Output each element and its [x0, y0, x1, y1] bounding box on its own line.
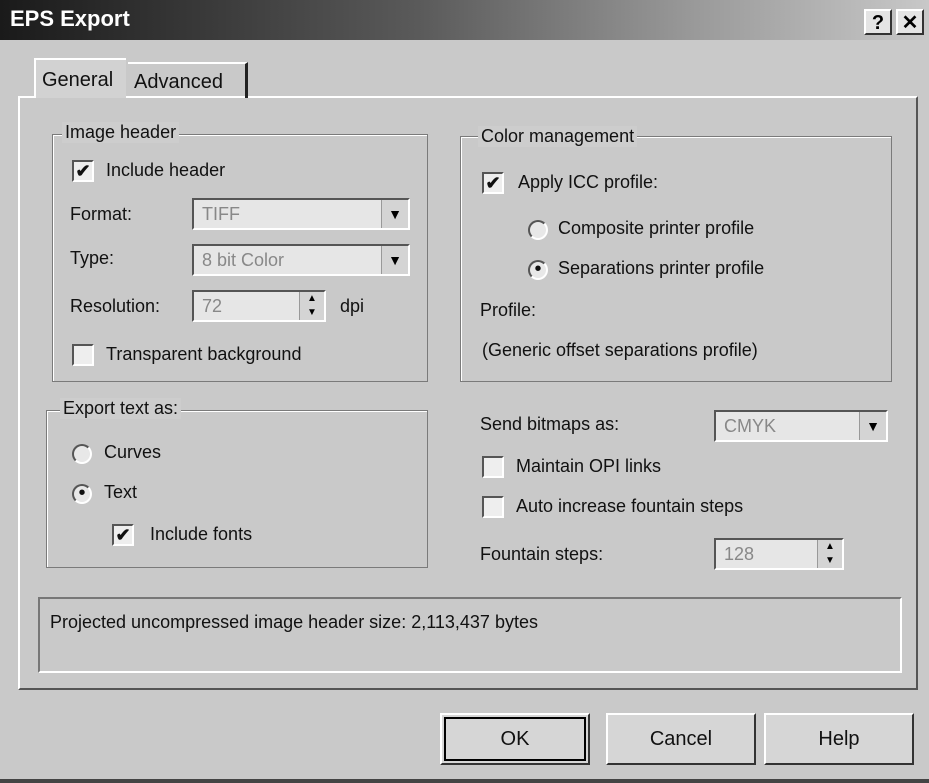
status-text: Projected uncompressed image header size…	[50, 612, 538, 632]
composite-radio[interactable]	[528, 220, 548, 240]
format-value: TIFF	[202, 204, 240, 224]
spin-arrows-icon[interactable]: ▲ ▼	[299, 292, 324, 320]
chevron-down-icon[interactable]: ▼	[381, 246, 408, 274]
help-button[interactable]: Help	[764, 713, 914, 765]
separations-radio[interactable]: •	[528, 259, 548, 280]
resolution-spinner[interactable]: 72 ▲ ▼	[192, 290, 326, 322]
transparent-bg-checkbox[interactable]	[72, 344, 94, 366]
resolution-unit: dpi	[340, 296, 365, 316]
type-value: 8 bit Color	[202, 250, 285, 270]
title-bar	[0, 0, 929, 40]
include-header-checkbox[interactable]: ✔	[72, 160, 94, 182]
composite-label: Composite printer profile	[558, 218, 755, 238]
tab-general[interactable]: General	[34, 58, 126, 98]
auto-increase-label: Auto increase fountain steps	[516, 496, 744, 516]
cancel-button[interactable]: Cancel	[606, 713, 756, 765]
include-header-label: Include header	[106, 160, 226, 180]
chevron-down-icon[interactable]: ▼	[859, 412, 886, 440]
type-label: Type:	[70, 248, 115, 268]
include-fonts-checkbox[interactable]: ✔	[112, 524, 134, 546]
status-box	[38, 597, 902, 673]
close-button[interactable]: ✕	[896, 9, 924, 35]
maintain-opi-checkbox[interactable]	[482, 456, 504, 478]
format-combo[interactable]: TIFF ▼	[192, 198, 410, 230]
profile-value: (Generic offset separations profile)	[482, 340, 758, 360]
profile-label: Profile:	[480, 300, 537, 320]
transparent-bg-label: Transparent background	[106, 344, 302, 364]
fountain-steps-label: Fountain steps:	[480, 544, 604, 564]
export-text-legend: Export text as:	[60, 398, 182, 419]
ok-button[interactable]: OK	[440, 713, 590, 765]
fountain-steps-value: 128	[724, 544, 755, 564]
format-label: Format:	[70, 204, 133, 224]
chevron-down-icon[interactable]: ▼	[381, 200, 408, 228]
send-bitmaps-value: CMYK	[724, 416, 777, 436]
image-header-legend: Image header	[62, 122, 180, 143]
tab-advanced[interactable]: Advanced	[128, 62, 248, 98]
apply-icc-checkbox[interactable]: ✔	[482, 172, 504, 194]
auto-increase-checkbox[interactable]	[482, 496, 504, 518]
separations-label: Separations printer profile	[558, 258, 765, 278]
spin-arrows-icon[interactable]: ▲ ▼	[817, 540, 842, 568]
curves-radio[interactable]	[72, 444, 92, 464]
resolution-label: Resolution:	[70, 296, 161, 316]
color-management-legend: Color management	[478, 126, 638, 147]
help-title-button[interactable]: ?	[864, 9, 892, 35]
resolution-value: 72	[202, 296, 223, 316]
window-bottom-edge	[0, 779, 929, 783]
apply-icc-label: Apply ICC profile:	[518, 172, 659, 192]
window-title: EPS Export	[10, 6, 130, 31]
send-bitmaps-label: Send bitmaps as:	[480, 414, 620, 434]
type-combo[interactable]: 8 bit Color ▼	[192, 244, 410, 276]
fountain-steps-spinner[interactable]: 128 ▲ ▼	[714, 538, 844, 570]
curves-label: Curves	[104, 442, 162, 462]
maintain-opi-label: Maintain OPI links	[516, 456, 662, 476]
include-fonts-label: Include fonts	[150, 524, 253, 544]
text-label: Text	[104, 482, 138, 502]
send-bitmaps-combo[interactable]: CMYK ▼	[714, 410, 888, 442]
text-radio[interactable]: •	[72, 483, 92, 504]
